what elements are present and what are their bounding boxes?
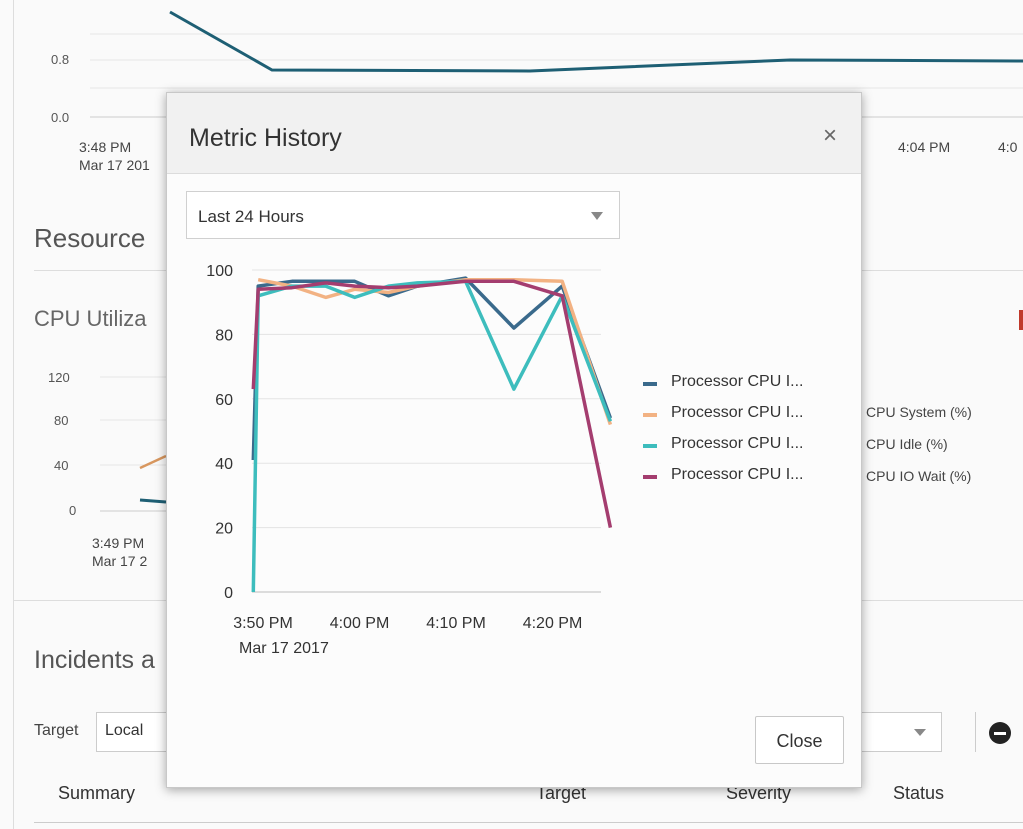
legend-label: Processor CPU I... [671,435,804,452]
legend-label: Processor CPU I... [671,466,804,483]
close-button[interactable]: Close [755,716,844,764]
x-tick-label: 4:20 PM [523,615,583,632]
legend-swatch [643,444,657,448]
x-tick-label: 4:00 PM [330,615,390,632]
y-tick-label: 80 [215,327,233,344]
y-tick-label: 40 [215,456,233,473]
series-line [251,279,613,593]
y-tick-label: 0 [224,585,233,602]
series-line [251,279,613,528]
metric-history-dialog: Metric History × Last 24 Hours 0 20 40 60 80… [166,92,862,788]
y-tick-label: 100 [206,263,233,280]
y-tick-label: 20 [215,521,233,538]
legend-swatch [643,382,657,386]
metric-history-chart: 0 20 40 60 80 100 3:50 PM Mar 17 20174:00 PM 4:1… [206,263,613,657]
legend-label: Processor CPU I... [671,373,804,390]
legend-swatch [643,413,657,417]
x-tick-sublabel: Mar 17 2017 [239,640,329,657]
legend-swatch [643,475,657,479]
legend-label: Processor CPU I... [671,404,804,421]
x-tick-label: 4:10 PM [426,615,486,632]
x-tick-label: 3:50 PM [233,615,293,632]
y-tick-label: 60 [215,392,233,409]
